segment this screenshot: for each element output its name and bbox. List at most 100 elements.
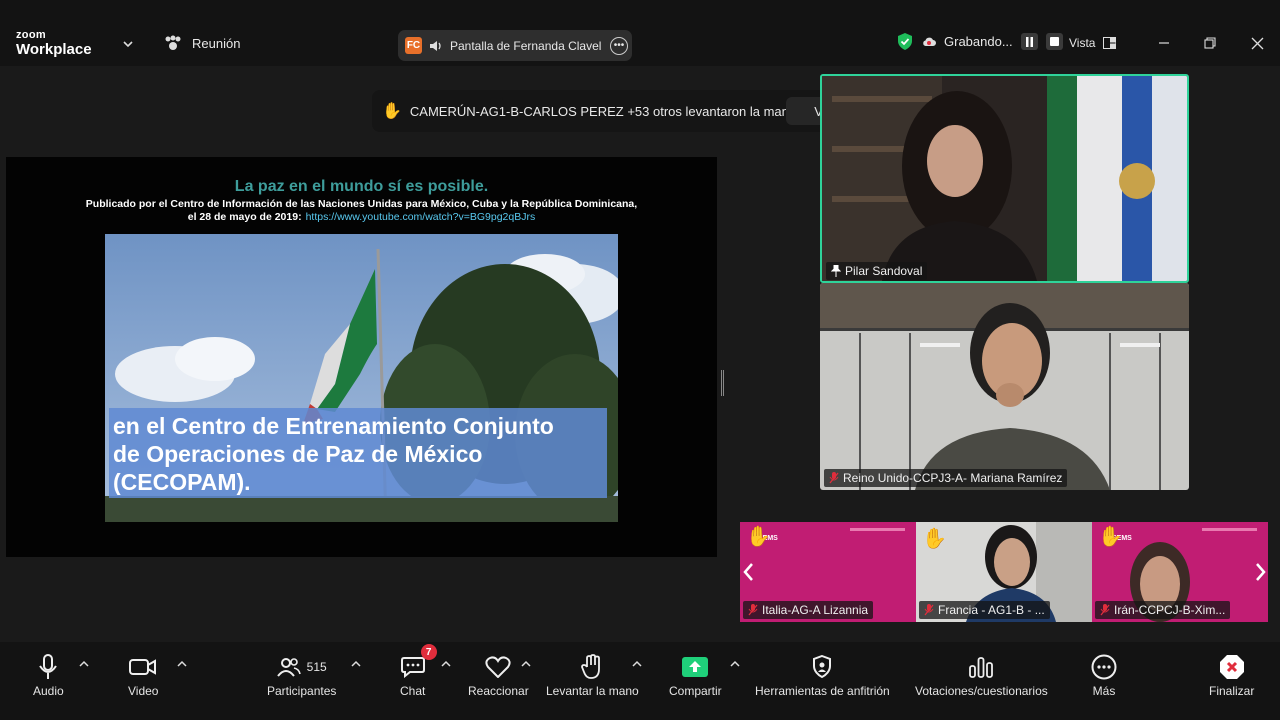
muted-mic-icon [748,604,758,616]
stop-icon [1049,37,1059,46]
participant-thumb-1-name: Italia-AG-A Lizannia [743,601,874,619]
speaker-icon [430,40,441,51]
participants-options-caret-icon[interactable] [351,660,361,668]
caption-line2: de Operaciones de Paz de México [113,441,483,467]
participant-thumb-3-name: Irán-CCPCJ-B-Xim... [1095,601,1231,619]
pause-recording-button[interactable] [1020,33,1038,50]
more-icon [1091,654,1117,680]
video-label: Video [128,684,159,698]
participant-video-second [820,283,1189,490]
resize-handle[interactable] [721,370,724,396]
participant-name-main-text: Pilar Sandoval [845,264,923,278]
chevron-right-icon[interactable] [1253,562,1267,582]
minimize-button[interactable] [1154,33,1174,53]
participants-button[interactable]: 515 Participantes [267,652,336,698]
shield-check-icon [898,33,912,50]
minimize-icon [1159,42,1169,44]
video-caption: en el Centro de Entrenamiento Conjunto d… [109,408,607,498]
chat-label: Chat [400,684,426,698]
more-label: Más [1092,684,1116,698]
polls-button[interactable]: Votaciones/cuestionarios [915,652,1048,698]
stop-recording-button[interactable] [1045,33,1063,50]
raised-hand-icon: ✋ [922,528,947,550]
more-options-icon[interactable]: ••• [610,36,628,55]
zoom-window: zoom Workplace Reunión FC Pantalla de Fe… [0,0,1280,720]
muted-mic-icon [924,604,934,616]
participant-strip: SEMS ✋ Italia-AG-A Lizannia ✋ Francia - … [740,522,1269,622]
participant-thumb-3-name-text: Irán-CCPCJ-B-Xim... [1114,603,1226,617]
share-pill-label: Pantalla de Fernanda Clavel [450,38,602,53]
sharer-avatar: FC [405,37,422,54]
participant-thumb-2[interactable]: ✋ Francia - AG1-B - ... [916,522,1092,622]
participant-tile-second[interactable]: Reino Unido-CCPJ3-A- Mariana Ramírez [820,283,1189,490]
react-options-caret-icon[interactable] [521,660,531,668]
chat-unread-badge: 7 [420,644,437,660]
participant-thumb-2-name-text: Francia - AG1-B - ... [938,603,1045,617]
host-tools-button[interactable]: Herramientas de anfitrión [755,652,890,698]
caption-line3: (CECOPAM). [113,469,251,495]
view-button[interactable]: Vista [1069,36,1117,50]
meeting-label: Reunión [192,35,241,51]
react-button[interactable]: Reaccionar [468,652,529,698]
end-meeting-button[interactable]: Finalizar [1209,652,1254,698]
meeting-icon [165,35,181,50]
raised-hand-icon: ✋ [1098,526,1123,548]
restore-button[interactable] [1200,33,1220,53]
share-screen-icon [682,657,709,677]
audio-button[interactable]: Audio [33,652,64,698]
close-window-button[interactable] [1247,33,1267,53]
zoom-logo: zoom Workplace [16,29,92,58]
recording-indicator: Grabando... [896,32,1063,51]
restore-icon [1204,37,1216,49]
shared-screen: La paz en el mundo sí es posible. Public… [6,157,717,557]
participants-label: Participantes [267,684,337,698]
end-label: Finalizar [1209,684,1255,698]
video-button[interactable]: Video [128,652,158,698]
share-options-caret-icon[interactable] [730,660,740,668]
slide-link[interactable]: https://www.youtube.com/watch?v=BG9pg2qB… [306,211,536,223]
chat-options-caret-icon[interactable] [441,660,451,668]
slide-title: La paz en el mundo sí es posible. [234,178,489,195]
shield-icon [813,655,832,679]
participant-video-main [822,76,1187,281]
screen-share-indicator[interactable]: FC Pantalla de Fernanda Clavel ••• [398,30,632,61]
notification-text: CAMERÚN-AG1-B-CARLOS PEREZ +53 otros lev… [409,103,797,119]
host-tools-label: Herramientas de anfitrión [755,684,890,698]
meeting-info-button[interactable]: Reunión [164,35,240,51]
chevron-down-icon[interactable] [122,38,134,50]
view-label: Vista [1069,36,1096,50]
slide-subtitle-line1: Publicado por el Centro de Información d… [85,198,638,210]
raise-hand-button[interactable]: Levantar la mano [546,652,639,698]
chat-button[interactable]: 7 Chat [400,644,437,698]
microphone-icon [39,654,58,679]
share-screen-button[interactable]: Compartir [669,652,722,698]
video-camera-icon [129,659,157,675]
slide-subtitle-row2: el 28 de mayo de 2019: https://www.youtub… [6,211,717,224]
react-label: Reaccionar [468,684,529,698]
participant-tile-main[interactable]: Pilar Sandoval [820,74,1189,283]
raise-hand-label: Levantar la mano [546,684,639,698]
video-options-caret-icon[interactable] [177,660,187,668]
more-button[interactable]: Más [1091,652,1117,698]
participant-thumb-1[interactable]: SEMS ✋ Italia-AG-A Lizannia [740,522,916,622]
participant-name-second-text: Reino Unido-CCPJ3-A- Mariana Ramírez [843,471,1063,485]
participants-count: 515 [306,660,327,674]
chevron-left-icon[interactable] [742,562,756,582]
poll-chart-icon [969,657,994,678]
grid-view-icon [1103,37,1117,49]
raise-hand-options-caret-icon[interactable] [632,660,642,668]
muted-mic-icon [829,472,839,484]
cloud-record-icon [923,37,936,46]
raised-hand-icon: ✋ [382,103,402,120]
audio-label: Audio [33,684,64,698]
participant-thumb-3[interactable]: SEMS ✋ Irán-CCPCJ-B-Xim... [1092,522,1268,622]
participant-thumb-2-name: Francia - AG1-B - ... [919,601,1050,619]
participant-thumb-1-name-text: Italia-AG-A Lizannia [762,603,869,617]
hand-icon [581,654,601,679]
title-bar: zoom Workplace Reunión FC Pantalla de Fe… [0,0,1280,66]
logo-line1: zoom [16,29,46,41]
slide-subtitle: Publicado por el Centro de Información d… [6,198,717,224]
pause-icon [1025,36,1033,47]
audio-options-caret-icon[interactable] [79,660,89,668]
participant-name-main: Pilar Sandoval [826,262,928,280]
